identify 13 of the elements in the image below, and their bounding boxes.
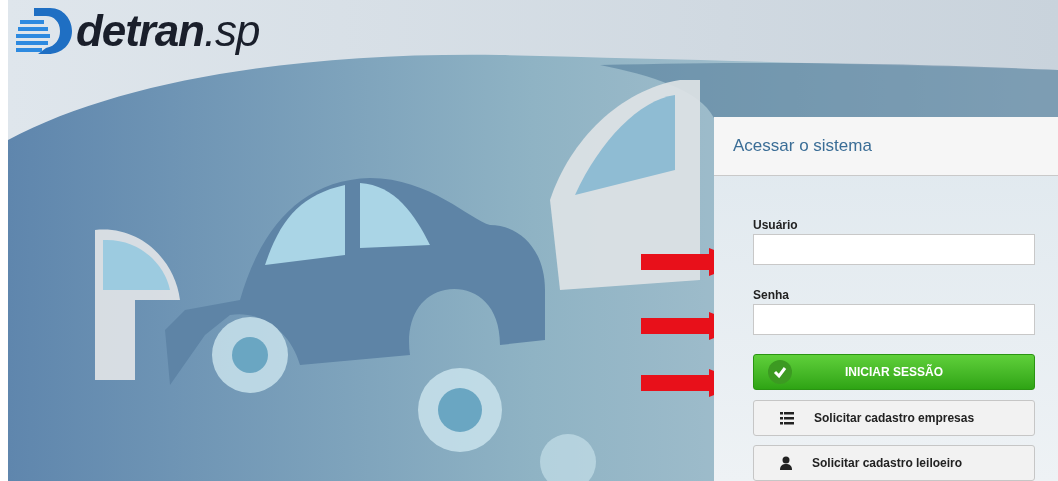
list-icon: [780, 411, 794, 425]
field-label: Senha: [753, 287, 790, 303]
input-field[interactable]: [753, 304, 1035, 335]
wheel-drawing: [540, 434, 596, 481]
panel-title: Acessar o sistema: [733, 135, 872, 158]
input-field[interactable]: [753, 234, 1035, 265]
field-label: Usuário: [753, 217, 799, 233]
register-button[interactable]: Solicitar cadastro empresas: [753, 400, 1035, 436]
logo-wordmark: detran.sp: [76, 9, 260, 53]
check-icon: [768, 360, 792, 384]
register-button[interactable]: Solicitar cadastro leiloeiro: [753, 445, 1035, 481]
logo-icon: [16, 6, 72, 56]
user-icon: [780, 456, 792, 470]
